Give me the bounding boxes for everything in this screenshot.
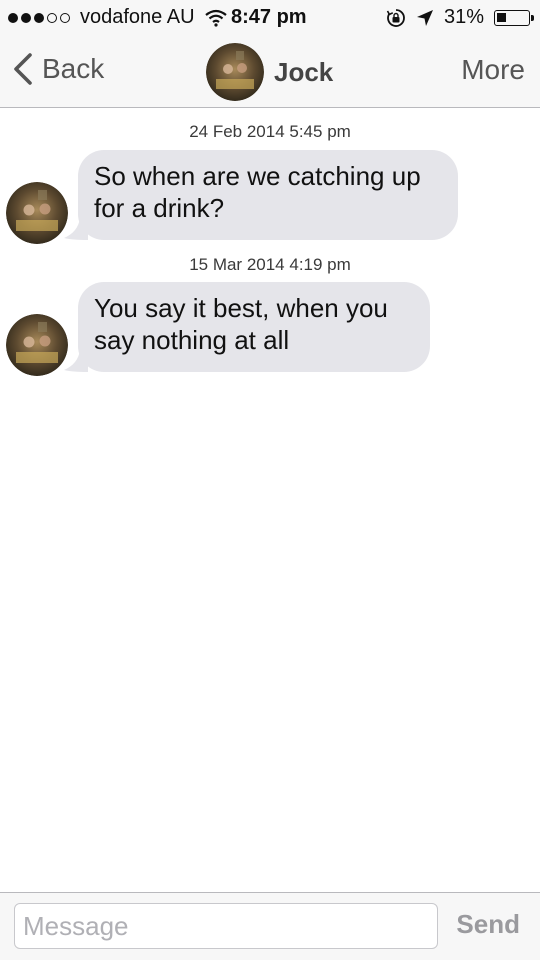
status-bar: vodafone AU 8:47 pm 31% [0,0,540,36]
signal-dot [8,12,18,23]
battery-icon [494,9,534,26]
avatar[interactable] [6,182,68,244]
send-button[interactable]: Send [456,909,520,940]
rotation-lock-icon [386,8,405,27]
signal-dot [60,12,70,23]
message-text: You say it best, when you say nothing at… [94,293,388,355]
message-bubble: So when are we catching up for a drink? [78,150,458,240]
contact-name: Jock [274,56,334,87]
message-timestamp: 15 Mar 2014 4:19 pm [189,255,351,274]
nav-bar: Back Jock More [0,36,540,108]
more-button[interactable]: More [461,54,525,86]
back-label: Back [42,53,105,84]
avatar[interactable] [6,314,68,376]
location-arrow-icon [416,9,433,26]
signal-dot [34,12,44,23]
status-time: 8:47 pm [231,6,307,28]
chevron-left-icon [14,53,32,85]
message-input[interactable] [14,903,438,949]
status-right: 31% [386,6,534,29]
signal-dot [21,12,31,23]
signal-dot [47,12,57,23]
avatar [206,43,264,101]
carrier-name: vodafone AU [80,6,195,28]
signal-strength-icon [8,12,70,23]
message-timestamp: 24 Feb 2014 5:45 pm [189,122,351,141]
back-button[interactable]: Back [12,52,104,86]
status-left: vodafone AU [8,6,227,29]
battery-fill [497,12,506,22]
message-text: So when are we catching up for a drink? [94,161,421,223]
wifi-icon [204,9,227,27]
battery-percent: 31% [443,6,484,28]
message-bubble: You say it best, when you say nothing at… [78,282,430,372]
contact-header[interactable]: Jock [206,43,333,101]
composer-bar: Send [0,892,540,960]
